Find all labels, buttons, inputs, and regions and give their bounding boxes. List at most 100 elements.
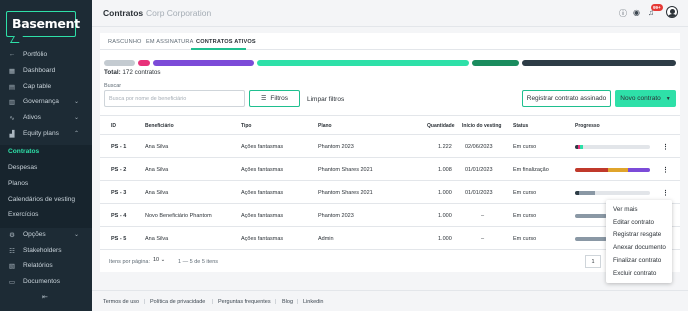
sidebar-item-label: Stakeholders [23, 247, 62, 254]
status-bar-segment[interactable] [104, 60, 135, 66]
sidebar-item-documentos[interactable]: ▭ Documentos [0, 275, 92, 288]
progress-segment [580, 145, 583, 149]
progress-bar [575, 145, 650, 149]
footer-separator: | [275, 299, 277, 305]
row-menu-icon[interactable]: ⋮ [662, 143, 669, 151]
menu-item-finalizar-contrato[interactable]: Finalizar contrato [613, 257, 661, 264]
filters-button[interactable]: ☰ Filtros [249, 90, 300, 107]
column-header-quantidade[interactable]: Quantidade [427, 123, 455, 129]
sidebar-item-opcoes[interactable]: ⚙ Opções ⌄ [0, 228, 92, 241]
progress-bar [575, 191, 650, 195]
footer: Termos de uso | Política de privacidade … [92, 290, 688, 311]
sidebar-subitem-planos[interactable]: Planos [8, 180, 28, 187]
top-header: Contratos Corp Corporation ⓘ ◉ ♫ 99+ [92, 0, 688, 27]
column-header-status[interactable]: Status [513, 123, 528, 129]
footer-separator: | [144, 299, 146, 305]
menu-item-anexar-documento[interactable]: Anexar documento [613, 244, 666, 251]
cell-tipo: Ações fantasmas [241, 144, 284, 150]
cell-inicio-vesting: 02/06/2023 [465, 144, 493, 150]
column-header-inicio-vesting[interactable]: Início do vesting [462, 123, 501, 129]
menu-item-excluir-contrato[interactable]: Excluir contrato [613, 270, 656, 277]
sidebar-item-label: Documentos [23, 278, 61, 285]
progress-bar [575, 214, 607, 218]
sidebar-item-stakeholders[interactable]: ☷ Stakeholders [0, 244, 92, 257]
eye-icon[interactable]: ◉ [633, 8, 640, 17]
sidebar-item-label: Opções [23, 231, 46, 238]
sidebar-item-equity-plans[interactable]: ▟ Equity plans ⌃ [0, 127, 92, 140]
sidebar-item-governanca[interactable]: ▥ Governança ⌄ [0, 95, 92, 108]
page-number[interactable]: 1 [585, 255, 601, 268]
avatar[interactable] [666, 6, 678, 18]
column-header-plano[interactable]: Plano [318, 123, 332, 129]
status-bar-segment[interactable] [138, 60, 150, 66]
items-per-page-label: Itens por página: [109, 259, 150, 265]
cell-inicio-vesting: – [481, 213, 485, 219]
cell-inicio-vesting: 01/01/2023 [465, 167, 493, 173]
cell-tipo: Ações fantasmas [241, 167, 284, 173]
sidebar-item-portfolio[interactable]: ← Portfólio [0, 48, 92, 61]
chevron-down-icon: ⌄ [74, 99, 80, 105]
menu-item-registrar-resgate[interactable]: Registrar resgate [613, 231, 661, 238]
cell-plano: Phantom 2023 [318, 144, 354, 150]
chevron-up-icon: ⌃ [74, 131, 80, 137]
footer-link-perguntas[interactable]: Perguntas frequentes [218, 299, 271, 305]
menu-item-ver-mais[interactable]: Ver mais [613, 206, 638, 213]
footer-link-linkedin[interactable]: Linkedin [303, 299, 324, 305]
status-bar-segment[interactable] [522, 60, 676, 66]
chevron-down-icon: ⌄ [160, 257, 166, 263]
search-input[interactable]: Busca por nome de beneficiário [104, 90, 245, 107]
help-icon[interactable]: ⓘ [619, 8, 627, 19]
column-header-tipo[interactable]: Tipo [241, 123, 251, 129]
footer-link-privacidade[interactable]: Política de privacidade [150, 299, 205, 305]
progress-bar [575, 168, 650, 172]
sidebar-subitem-despesas[interactable]: Despesas [8, 164, 37, 171]
status-bar-segment[interactable] [257, 60, 469, 66]
company-name[interactable]: Corp Corporation [146, 8, 211, 18]
column-header-beneficiario[interactable]: Beneficiário [145, 123, 174, 129]
table-row[interactable]: PS - 1 Ana Silva Ações fantasmas Phantom… [100, 135, 680, 158]
sidebar-subitem-exercicios[interactable]: Exercícios [8, 211, 38, 218]
search-label: Buscar [104, 83, 122, 89]
sidebar-item-dashboard[interactable]: ▦ Dashboard [0, 64, 92, 77]
sidebar-item-relatorios[interactable]: ▧ Relatórios [0, 259, 92, 272]
clear-filters-button[interactable]: Limpar filtros [307, 96, 344, 103]
tab-contratos-ativos[interactable]: CONTRATOS ATIVOS [196, 39, 256, 45]
filters-button-label: Filtros [270, 95, 289, 102]
tab-rascunho[interactable]: RASCUNHO [108, 39, 142, 45]
cell-status: Em curso [513, 236, 537, 242]
cell-plano: Phantom Shares 2021 [318, 190, 373, 196]
options-icon: ⚙ [9, 231, 15, 239]
sidebar-item-label: Governança [23, 98, 59, 105]
table-row[interactable]: PS - 3 Ana Silva Ações fantasmas Phantom… [100, 181, 680, 204]
sidebar-item-cap-table[interactable]: ▤ Cap table [0, 80, 92, 93]
table-row[interactable]: PS - 5 Ana Silva Ações fantasmas Admin 1… [100, 227, 680, 250]
new-contract-button[interactable]: Novo contrato ▼ [615, 90, 676, 107]
status-bar-segment[interactable] [472, 60, 519, 66]
tab-em-assinatura[interactable]: EM ASSINATURA [146, 39, 194, 45]
sidebar-subitem-calendarios[interactable]: Calendários de vesting [8, 196, 75, 203]
table-row[interactable]: PS - 4 Novo Beneficiário Phantom Ações f… [100, 204, 680, 227]
chevron-down-icon: ⌄ [74, 232, 80, 238]
row-menu-icon[interactable]: ⋮ [662, 189, 669, 197]
row-menu-icon[interactable]: ⋮ [662, 166, 669, 174]
governance-icon: ▥ [8, 98, 16, 106]
cell-tipo: Ações fantasmas [241, 190, 284, 196]
menu-item-editar-contrato[interactable]: Editar contrato [613, 219, 654, 226]
footer-link-blog[interactable]: Blog [282, 299, 293, 305]
column-header-id[interactable]: ID [111, 123, 116, 129]
cell-quantidade: 1.008 [438, 167, 452, 173]
logo[interactable]: Basement [6, 11, 80, 37]
total-contracts: Total: 172 contratos [104, 69, 161, 76]
collapse-icon[interactable]: ⇤ [42, 293, 48, 301]
table-row[interactable]: PS - 2 Ana Silva Ações fantasmas Phantom… [100, 158, 680, 181]
total-label: Total: [104, 69, 121, 76]
items-per-page-select[interactable]: 10 ⌄ [153, 257, 165, 263]
status-bar-segment[interactable] [153, 60, 254, 66]
sidebar-item-ativos[interactable]: ∿ Ativos ⌄ [0, 111, 92, 124]
footer-link-termos[interactable]: Termos de uso [103, 299, 139, 305]
cell-beneficiario: Novo Beneficiário Phantom [145, 213, 212, 219]
register-signed-contract-button[interactable]: Registrar contrato assinado [522, 90, 611, 107]
sidebar-subitem-contratos[interactable]: Contratos [8, 148, 39, 155]
table-icon: ▤ [8, 83, 16, 91]
cell-tipo: Ações fantasmas [241, 213, 284, 219]
